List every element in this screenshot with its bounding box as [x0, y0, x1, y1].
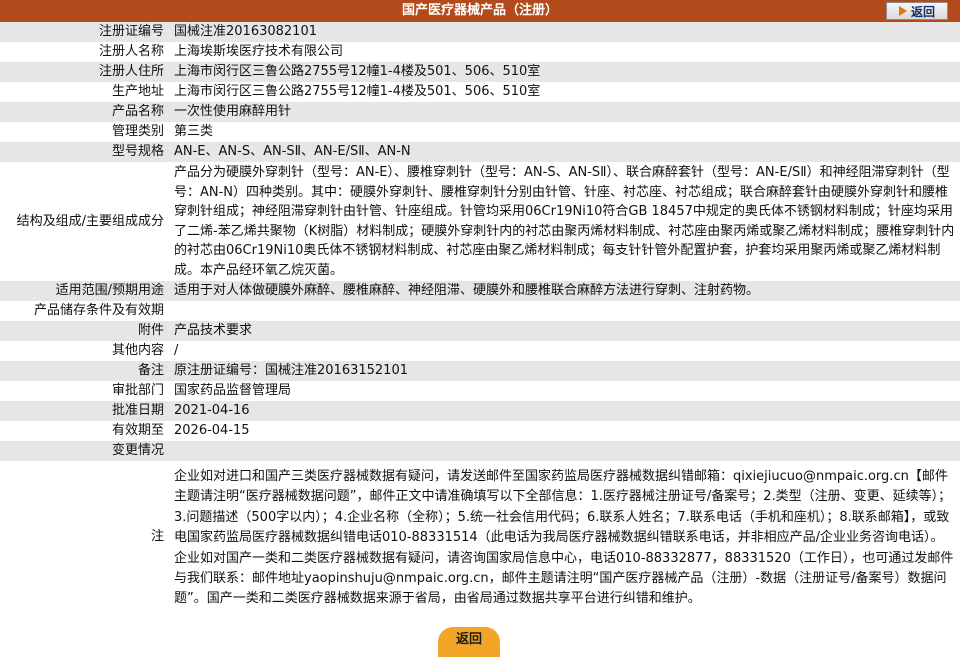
- field-label: 适用范围/预期用途: [0, 281, 170, 301]
- field-label: 有效期至: [111, 423, 164, 438]
- field-label: 结构及组成/主要组成成分: [16, 213, 164, 229]
- detail-row: 产品名称 一次性使用麻醉用针: [0, 102, 960, 122]
- note-label: 注: [150, 529, 164, 545]
- detail-row: 变更情况: [0, 441, 960, 461]
- field-value: 原注册证编号：国械注准20163152101: [170, 361, 960, 381]
- detail-row: 其他内容 /: [0, 341, 960, 361]
- field-label: 型号规格: [0, 142, 170, 162]
- field-value: 上海市闵行区三鲁公路2755号12幢1-4楼及501、506、510室: [174, 84, 541, 99]
- detail-row: 注册人名称 上海埃斯埃医疗技术有限公司: [0, 42, 960, 62]
- page-header: 国产医疗器械产品（注册） 返回: [0, 0, 960, 22]
- detail-row: 型号规格 AN-E、AN-S、AN-SⅡ、AN-E/SⅡ、AN-N: [0, 142, 960, 162]
- field-value: 国械注准20163082101: [170, 22, 960, 42]
- note-row: 注企业如对进口和国产三类医疗器械数据有疑问，请发送邮件至国家药监局医疗器械数据纠…: [0, 461, 960, 614]
- field-value: [170, 441, 960, 461]
- field-label: 备注: [0, 361, 170, 381]
- field-value: AN-E、AN-S、AN-SⅡ、AN-E/SⅡ、AN-N: [170, 142, 960, 162]
- arrow-right-icon: [898, 6, 907, 16]
- detail-row: 附件 产品技术要求: [0, 321, 960, 341]
- field-value: 上海市闵行区三鲁公路2755号12幢1-4楼及501、506、510室: [170, 62, 960, 82]
- field-label: 管理类别: [111, 124, 164, 139]
- detail-row: 管理类别 第三类: [0, 122, 960, 142]
- field-label: 产品名称: [0, 102, 170, 122]
- detail-row: 结构及组成/主要组成成分 产品分为硬膜外穿刺针（型号：AN-E）、腰椎穿刺针（型号…: [0, 162, 960, 281]
- field-value: 2026-04-15: [174, 423, 250, 438]
- field-value: 第三类: [174, 124, 214, 139]
- note-text: 企业如对进口和国产三类医疗器械数据有疑问，请发送邮件至国家药监局医疗器械数据纠错…: [174, 469, 954, 607]
- field-label: 产品储存条件及有效期: [33, 303, 164, 318]
- field-value: /: [174, 343, 179, 358]
- field-label: 注册人住所: [0, 62, 170, 82]
- detail-row: 生产地址 上海市闵行区三鲁公路2755号12幢1-4楼及501、506、510室: [0, 82, 960, 102]
- detail-row: 产品储存条件及有效期: [0, 301, 960, 321]
- field-value: 产品分为硬膜外穿刺针（型号：AN-E）、腰椎穿刺针（型号：AN-S、AN-SⅡ）…: [174, 165, 955, 278]
- field-label: 注册人名称: [98, 44, 164, 59]
- detail-row: 审批部门 国家药品监督管理局: [0, 381, 960, 401]
- back-button-bottom[interactable]: 返回: [438, 627, 500, 657]
- field-label: 生产地址: [111, 84, 164, 99]
- back-button-bottom-label: 返回: [455, 632, 482, 647]
- page-title: 国产医疗器械产品（注册）: [401, 3, 558, 18]
- detail-row: 批准日期 2021-04-16: [0, 401, 960, 421]
- detail-row: 注册人住所 上海市闵行区三鲁公路2755号12幢1-4楼及501、506、510室: [0, 62, 960, 82]
- field-label: 注册证编号: [0, 22, 170, 42]
- field-value: 2021-04-16: [170, 401, 960, 421]
- field-value: 上海埃斯埃医疗技术有限公司: [174, 44, 344, 59]
- detail-row: 注册证编号 国械注准20163082101: [0, 22, 960, 42]
- field-value: 产品技术要求: [170, 321, 960, 341]
- detail-row: 备注 原注册证编号：国械注准20163152101: [0, 361, 960, 381]
- field-label: 审批部门: [111, 383, 164, 398]
- field-label: 批准日期: [0, 401, 170, 421]
- field-value: 国家药品监督管理局: [174, 383, 292, 398]
- field-value: 适用于对人体做硬膜外麻醉、腰椎麻醉、神经阻滞、硬膜外和腰椎联合麻醉方法进行穿刺、…: [170, 281, 960, 301]
- detail-row: 适用范围/预期用途 适用于对人体做硬膜外麻醉、腰椎麻醉、神经阻滞、硬膜外和腰椎联合…: [0, 281, 960, 301]
- detail-table: 注册证编号 国械注准20163082101 注册人名称 上海埃斯埃医疗技术有限公司 注册…: [0, 22, 960, 614]
- detail-row: 有效期至 2026-04-15: [0, 421, 960, 441]
- field-value: 一次性使用麻醉用针: [170, 102, 960, 122]
- field-label: 其他内容: [111, 343, 164, 358]
- field-label: 附件: [0, 321, 170, 341]
- field-label: 变更情况: [0, 441, 170, 461]
- back-button-label: 返回: [910, 4, 935, 19]
- back-button-top[interactable]: 返回: [886, 2, 948, 20]
- field-value: [170, 301, 960, 321]
